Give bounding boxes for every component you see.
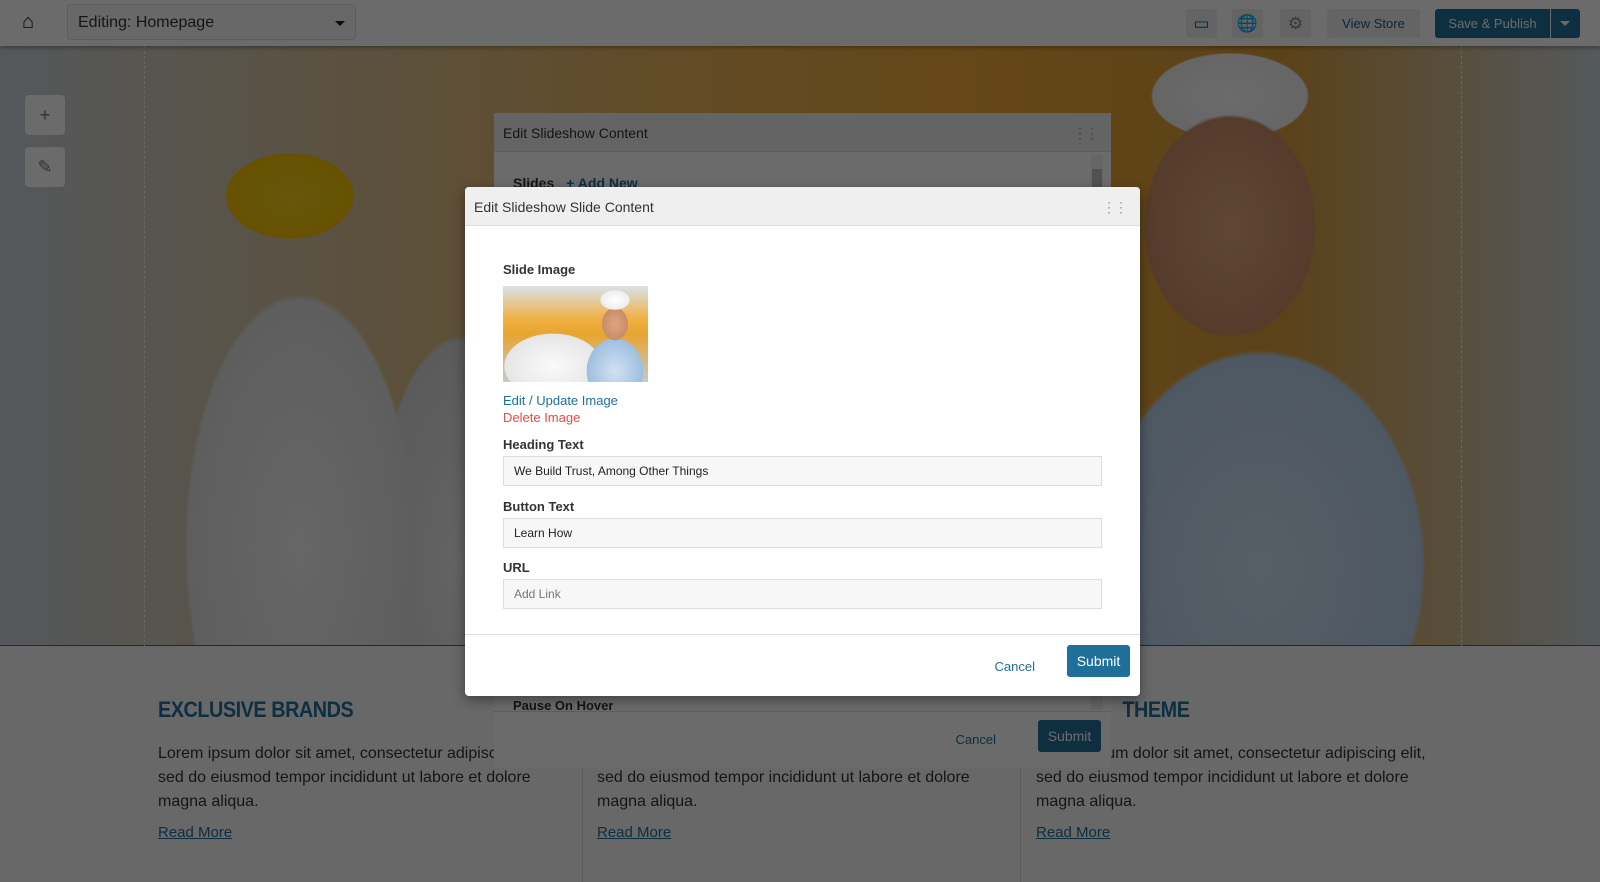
feature-heading: EXCLUSIVE BRANDS: [158, 697, 354, 722]
panel-footer: Cancel Submit: [494, 711, 1111, 768]
pencil-icon[interactable]: ✎: [25, 147, 65, 187]
gear-icon[interactable]: ⚙: [1280, 9, 1311, 38]
home-icon[interactable]: ⌂: [22, 12, 44, 32]
button-text-input[interactable]: [503, 518, 1102, 548]
globe-cursor-icon[interactable]: 🌐: [1232, 9, 1263, 38]
page-selector[interactable]: Editing: Homepage: [67, 4, 356, 40]
dialog-submit-button[interactable]: Submit: [1067, 645, 1130, 677]
slide-image-thumbnail: [503, 286, 648, 382]
heading-text-label: Heading Text: [503, 437, 584, 452]
read-more-link[interactable]: Read More: [597, 824, 997, 841]
panel-title: Edit Slideshow Content: [503, 125, 648, 141]
guide-line: [144, 46, 145, 882]
edit-slide-dialog: Edit Slideshow Slide Content ⋮⋮ Slide Im…: [465, 187, 1140, 696]
drag-handle-icon[interactable]: ⋮⋮: [1073, 125, 1099, 142]
heading-text-input[interactable]: [503, 456, 1102, 486]
drag-handle-icon[interactable]: ⋮⋮: [1102, 199, 1128, 216]
chevron-down-icon: [335, 21, 345, 26]
add-section-icon[interactable]: +: [25, 95, 65, 135]
dialog-footer: Cancel Submit: [465, 634, 1140, 696]
dialog-header: Edit Slideshow Slide Content ⋮⋮: [465, 187, 1140, 226]
url-input[interactable]: [503, 579, 1102, 609]
desktop-preview-icon[interactable]: ▭: [1186, 9, 1217, 38]
save-publish-button[interactable]: Save & Publish: [1435, 9, 1550, 38]
panel-cancel-button[interactable]: Cancel: [956, 732, 996, 747]
view-store-button[interactable]: View Store: [1327, 9, 1420, 38]
read-more-link[interactable]: Read More: [1036, 824, 1436, 841]
page-selector-label: Editing: Homepage: [78, 14, 215, 31]
guide-line: [1461, 46, 1462, 882]
url-label: URL: [503, 560, 530, 575]
slide-image-label: Slide Image: [503, 262, 576, 277]
button-text-label: Button Text: [503, 499, 575, 514]
dialog-cancel-button[interactable]: Cancel: [995, 659, 1035, 674]
panel-header: Edit Slideshow Content ⋮⋮: [494, 113, 1111, 152]
read-more-link[interactable]: Read More: [158, 824, 558, 841]
panel-submit-button[interactable]: Submit: [1038, 720, 1101, 752]
edit-image-link[interactable]: Edit / Update Image: [503, 393, 618, 408]
dialog-title: Edit Slideshow Slide Content: [474, 199, 654, 215]
editor-topbar: ⌂ Editing: Homepage ▭ 🌐 ⚙ View Store Sav…: [0, 0, 1600, 46]
publish-options-dropdown[interactable]: [1551, 9, 1580, 38]
delete-image-link[interactable]: Delete Image: [503, 410, 580, 425]
